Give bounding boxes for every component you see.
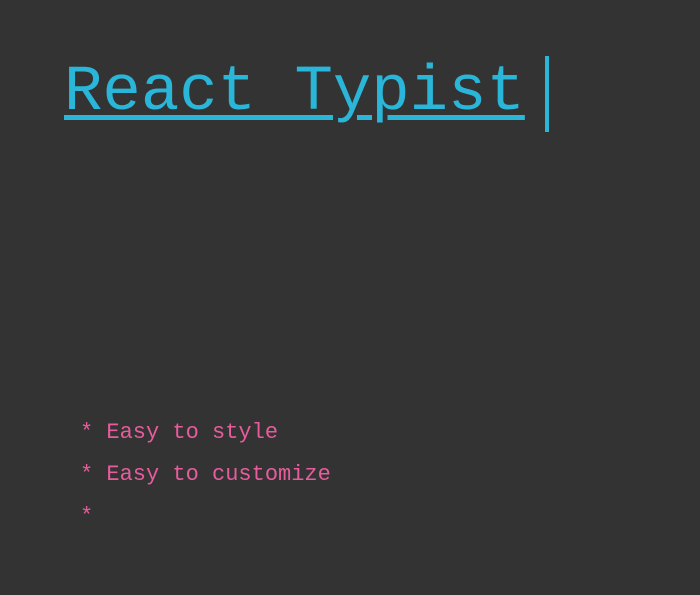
feature-list-item: * <box>80 504 94 529</box>
feature-list: * Easy to style * Easy to customize * <box>80 412 331 538</box>
feature-list-item: * Easy to style <box>80 420 279 445</box>
feature-list-item: * Easy to customize <box>80 462 331 487</box>
page-title-link[interactable]: React Typist <box>64 52 525 134</box>
text-cursor-icon <box>544 56 549 132</box>
title-row: React Typist <box>64 52 549 134</box>
